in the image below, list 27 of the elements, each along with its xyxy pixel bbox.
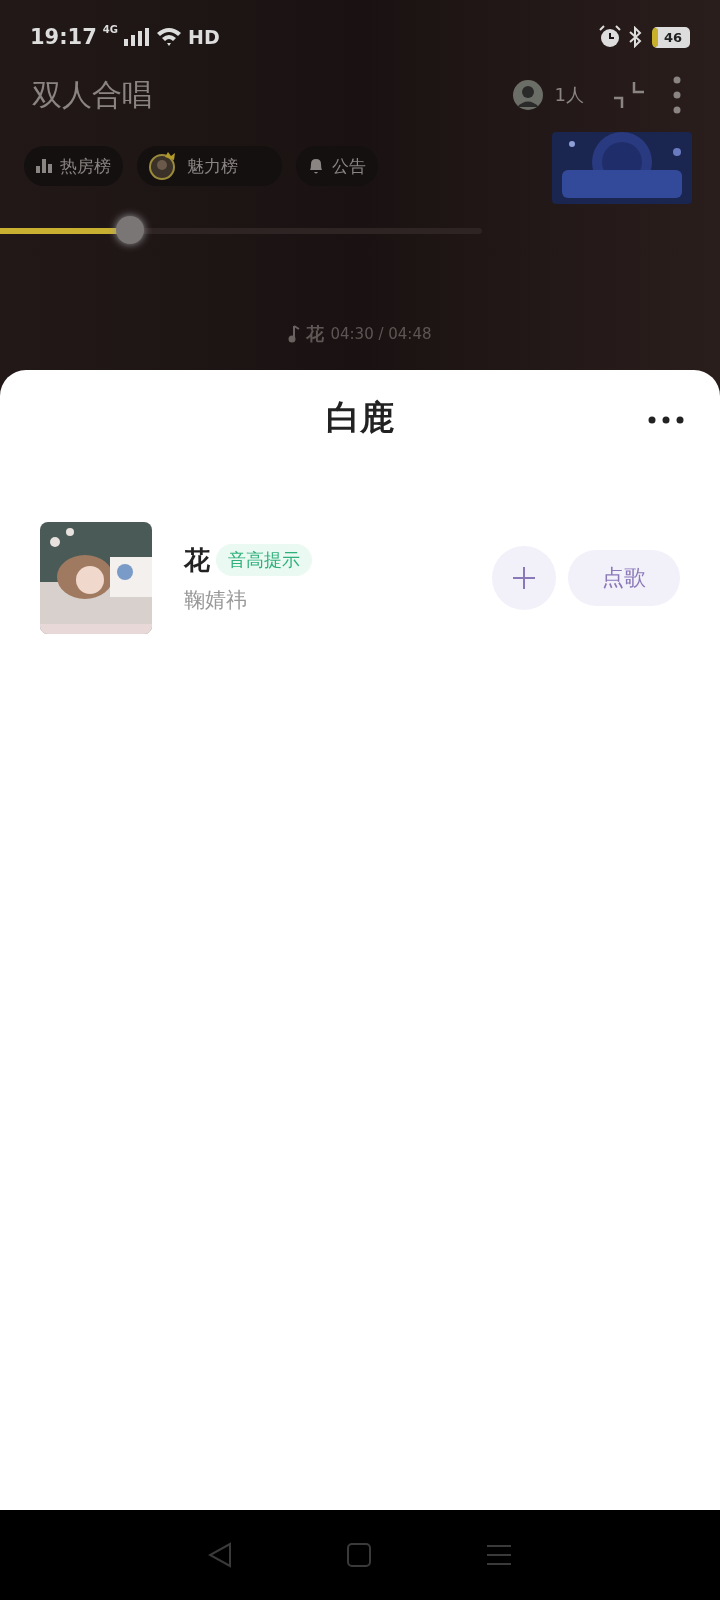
artist-name: 鞠婧祎 <box>184 586 248 614</box>
bluetooth-icon <box>627 26 642 48</box>
order-song-button[interactable]: 点歌 <box>568 550 680 606</box>
playback-time: 04:30 / 04:48 <box>330 325 432 343</box>
pitch-hint-tag: 音高提示 <box>216 544 312 576</box>
wifi-label: HD <box>188 26 220 48</box>
chip[interactable]: 魅力榜 <box>137 146 282 186</box>
more-icon[interactable] <box>648 416 684 424</box>
chip[interactable]: 热房榜 <box>24 146 123 186</box>
room-title: 双人合唱 <box>32 75 152 114</box>
audience-count: 1人 <box>554 83 584 107</box>
network-label: 4G <box>102 24 119 35</box>
song-title: 花 <box>306 322 325 346</box>
wifi-icon <box>156 27 183 47</box>
plus-icon <box>513 567 535 589</box>
progress-thumb[interactable] <box>116 216 145 244</box>
music-note-icon <box>288 325 301 343</box>
battery-indicator: 46 <box>651 26 690 48</box>
status-time: 19:17 <box>30 25 97 49</box>
avatar[interactable] <box>512 80 543 110</box>
chip[interactable]: 公告 <box>296 146 378 186</box>
song-title: 花 <box>184 543 210 577</box>
bell-icon <box>308 157 324 175</box>
alarm-icon <box>597 25 622 49</box>
signal-icon <box>124 28 151 46</box>
sheet-title: 白鹿 <box>326 396 394 439</box>
bar-chart-icon <box>36 159 52 173</box>
